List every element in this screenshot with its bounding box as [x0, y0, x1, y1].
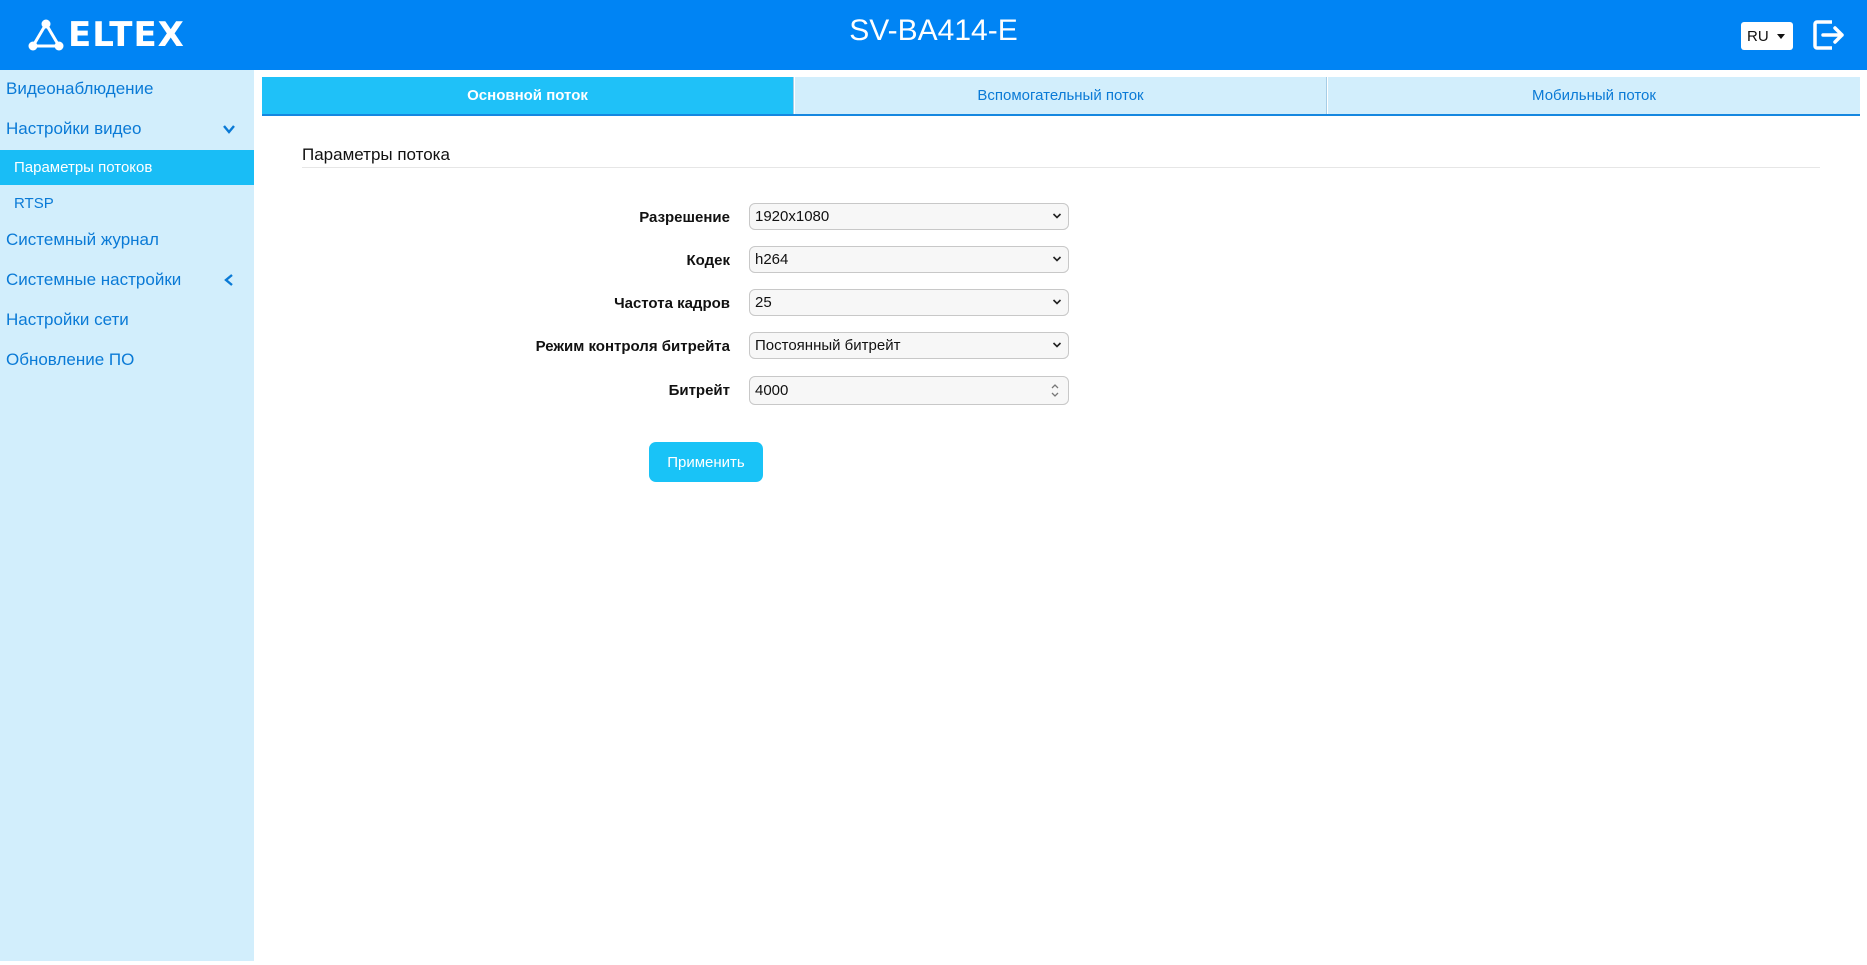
top-bar: ELTEX SV-BA414-E RU [0, 0, 1867, 70]
resolution-select[interactable]: 1920x1080 [749, 203, 1069, 230]
tab-label: Основной поток [467, 87, 588, 104]
sidebar-item-label: Параметры потоков [14, 159, 153, 176]
chevron-down-icon [1052, 342, 1062, 348]
resolution-label: Разрешение [639, 209, 730, 226]
tab-label: Вспомогательный поток [977, 87, 1144, 104]
sidebar-item-network-settings[interactable]: Настройки сети [6, 310, 129, 330]
tab-label: Мобильный поток [1532, 87, 1656, 104]
sidebar-item-label: Системные настройки [6, 270, 182, 289]
device-title: SV-BA414-E [849, 14, 1018, 47]
codec-select[interactable]: h264 [749, 246, 1069, 273]
tab-secondary-stream[interactable]: Вспомогательный поток [795, 77, 1327, 114]
stream-tabs: Основной поток Вспомогательный поток Моб… [262, 77, 1860, 116]
sidebar-item-label: Системный журнал [6, 230, 159, 249]
sidebar-item-system-settings[interactable]: Системные настройки [6, 270, 181, 290]
language-select[interactable]: RU [1741, 22, 1793, 50]
logout-icon[interactable] [1812, 19, 1846, 51]
bitrate-mode-label: Режим контроля битрейта [535, 338, 730, 355]
tab-main-stream[interactable]: Основной поток [262, 77, 794, 114]
sidebar-item-video-surveillance[interactable]: Видеонаблюдение [6, 79, 154, 99]
framerate-select[interactable]: 25 [749, 289, 1069, 316]
sidebar-item-stream-params[interactable]: Параметры потоков [0, 150, 254, 185]
caret-down-icon [1777, 34, 1785, 39]
chevron-down-icon [1052, 299, 1062, 305]
bitrate-input[interactable]: 4000 [749, 376, 1069, 405]
number-spinner-icon[interactable] [1049, 381, 1061, 400]
sidebar-item-firmware-update[interactable]: Обновление ПО [6, 350, 134, 370]
sidebar-item-label: Видеонаблюдение [6, 79, 154, 98]
framerate-value: 25 [755, 294, 772, 311]
sidebar-item-label: RTSP [14, 195, 54, 212]
bitrate-value: 4000 [755, 382, 789, 399]
codec-value: h264 [755, 251, 789, 268]
section-title: Параметры потока [302, 145, 450, 164]
bitrate-mode-select[interactable]: Постоянный битрейт [749, 332, 1069, 359]
sidebar-item-video-settings[interactable]: Настройки видео [6, 119, 141, 139]
sidebar-item-rtsp[interactable]: RTSP [14, 195, 54, 212]
sidebar-item-system-log[interactable]: Системный журнал [6, 230, 159, 250]
codec-label: Кодек [686, 252, 731, 269]
chevron-down-icon [1052, 256, 1062, 262]
sidebar-item-label: Настройки видео [6, 119, 142, 138]
section-divider [302, 167, 1820, 168]
bitrate-mode-value: Постоянный битрейт [755, 337, 901, 354]
resolution-value: 1920x1080 [755, 208, 830, 225]
language-value: RU [1747, 28, 1769, 45]
chevron-left-icon[interactable] [222, 273, 236, 287]
chevron-down-icon[interactable] [222, 122, 236, 136]
sidebar-item-label: Обновление ПО [6, 350, 135, 369]
sidebar-item-label: Настройки сети [6, 310, 129, 329]
bitrate-label: Битрейт [668, 382, 730, 399]
framerate-label: Частота кадров [614, 295, 730, 312]
sidebar: Видеонаблюдение Настройки видео Параметр… [0, 70, 254, 961]
tab-mobile-stream[interactable]: Мобильный поток [1328, 77, 1860, 114]
chevron-down-icon [1052, 213, 1062, 219]
apply-button[interactable]: Применить [649, 442, 763, 482]
